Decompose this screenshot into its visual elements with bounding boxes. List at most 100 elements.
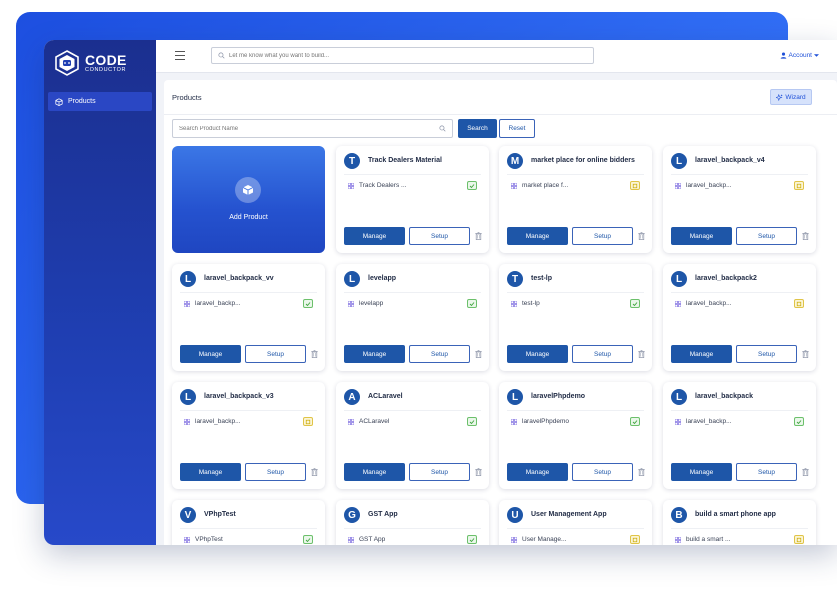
status-check-icon <box>467 535 477 544</box>
trash-icon[interactable] <box>311 350 318 358</box>
grid-icon <box>675 301 681 307</box>
trash-icon[interactable] <box>802 468 809 476</box>
manage-button[interactable]: Manage <box>507 345 568 363</box>
trash-icon[interactable] <box>802 232 809 240</box>
grid-icon <box>348 419 354 425</box>
manage-button[interactable]: Manage <box>180 345 241 363</box>
card-divider <box>507 410 644 411</box>
product-card: Llaravel_backpack_vv laravel_backp... Mana… <box>172 264 325 371</box>
avatar: T <box>507 271 523 287</box>
grid-icon <box>348 183 354 189</box>
manage-button[interactable]: Manage <box>671 227 732 245</box>
card-divider <box>180 528 317 529</box>
manage-button[interactable]: Manage <box>344 463 405 481</box>
module-label: laravel_backp... <box>686 300 732 307</box>
grid-icon <box>511 419 517 425</box>
module-label: laravel_backp... <box>686 418 732 425</box>
setup-button[interactable]: Setup <box>736 463 797 481</box>
avatar: L <box>180 389 196 405</box>
product-card: A ACLaravel ACLaravel Manage Setup <box>336 382 489 489</box>
module-label: laravel_backp... <box>195 418 241 425</box>
product-card: Ttest-lp test-lp Manage Setup <box>499 264 652 371</box>
avatar: L <box>344 271 360 287</box>
trash-icon[interactable] <box>475 468 482 476</box>
setup-button[interactable]: Setup <box>572 463 633 481</box>
module-label: GST App <box>359 536 386 543</box>
card-divider <box>344 528 481 529</box>
setup-button[interactable]: Setup <box>409 227 470 245</box>
product-name: GST App <box>368 511 398 518</box>
status-check-icon <box>794 417 804 426</box>
module-label: levelapp <box>359 300 384 307</box>
setup-button[interactable]: Setup <box>572 345 633 363</box>
grid-icon <box>675 419 681 425</box>
product-card: Llaravel_backpack_v4 laravel_backp... Mana… <box>663 146 816 253</box>
trash-icon[interactable] <box>311 468 318 476</box>
setup-button[interactable]: Setup <box>409 345 470 363</box>
trash-icon[interactable] <box>638 232 645 240</box>
avatar: L <box>671 389 687 405</box>
avatar: M <box>507 153 523 169</box>
manage-button[interactable]: Manage <box>507 463 568 481</box>
setup-button[interactable]: Setup <box>245 463 306 481</box>
grid-icon <box>511 183 517 189</box>
setup-button[interactable]: Setup <box>736 227 797 245</box>
setup-button[interactable]: Setup <box>409 463 470 481</box>
trash-icon[interactable] <box>638 468 645 476</box>
module-label: laravel_backp... <box>195 300 241 307</box>
status-pending-icon <box>794 299 804 308</box>
product-card: Llevelapp levelapp Manage Setup <box>336 264 489 371</box>
trash-icon[interactable] <box>638 350 645 358</box>
module-label: VPhpTest <box>195 536 223 543</box>
product-name: laravel_backpack_vv <box>204 275 274 282</box>
status-check-icon <box>630 417 640 426</box>
module-label: test-lp <box>522 300 540 307</box>
grid-icon <box>348 301 354 307</box>
grid-icon <box>348 537 354 543</box>
grid-icon <box>184 419 190 425</box>
avatar: B <box>671 507 687 523</box>
grid-icon <box>511 537 517 543</box>
avatar: A <box>344 389 360 405</box>
module-label: Track Dealers ... <box>359 182 407 189</box>
setup-button[interactable]: Setup <box>572 227 633 245</box>
card-divider <box>507 528 644 529</box>
avatar: G <box>344 507 360 523</box>
status-check-icon <box>467 299 477 308</box>
card-divider <box>671 174 808 175</box>
trash-icon[interactable] <box>802 350 809 358</box>
grid-icon <box>675 183 681 189</box>
manage-button[interactable]: Manage <box>671 345 732 363</box>
product-name: laravel_backpack_v4 <box>695 157 765 164</box>
setup-button[interactable]: Setup <box>736 345 797 363</box>
trash-icon[interactable] <box>475 350 482 358</box>
trash-icon[interactable] <box>475 232 482 240</box>
grid-icon <box>184 301 190 307</box>
avatar: L <box>180 271 196 287</box>
product-name: Track Dealers Material <box>368 157 442 164</box>
card-divider <box>671 410 808 411</box>
card-divider <box>671 528 808 529</box>
product-card: GGST AppGST AppManageSetup <box>336 500 489 545</box>
setup-button[interactable]: Setup <box>245 345 306 363</box>
manage-button[interactable]: Manage <box>344 345 405 363</box>
product-card: LlaravelPhpdemo laravelPhpdemo Manage Setup <box>499 382 652 489</box>
product-name: ACLaravel <box>368 393 403 400</box>
card-divider <box>180 292 317 293</box>
product-name: VPhpTest <box>204 511 236 518</box>
product-name: laravelPhpdemo <box>531 393 586 400</box>
module-label: laravel_backp... <box>686 182 732 189</box>
status-check-icon <box>467 417 477 426</box>
grid-icon <box>184 537 190 543</box>
module-label: build a smart ... <box>686 536 731 543</box>
product-name: test-lp <box>531 275 552 282</box>
status-pending-icon <box>630 535 640 544</box>
manage-button[interactable]: Manage <box>344 227 405 245</box>
status-pending-icon <box>630 181 640 190</box>
manage-button[interactable]: Manage <box>180 463 241 481</box>
manage-button[interactable]: Manage <box>671 463 732 481</box>
manage-button[interactable]: Manage <box>507 227 568 245</box>
status-check-icon <box>303 299 313 308</box>
module-label: laravelPhpdemo <box>522 418 569 425</box>
avatar: L <box>671 153 687 169</box>
